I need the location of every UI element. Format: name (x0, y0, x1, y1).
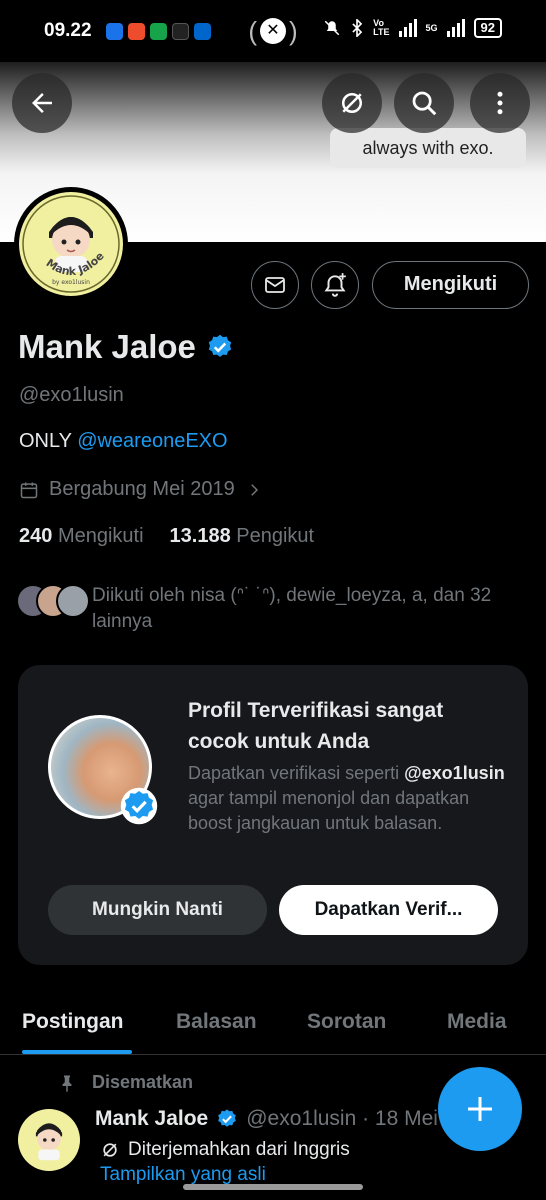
compose-post-button[interactable] (438, 1067, 522, 1151)
bio-mention-link[interactable]: @weareoneEXO (77, 430, 227, 452)
banner-bubble: always with exo. (330, 128, 526, 168)
active-tab-indicator (22, 1050, 132, 1054)
mute-icon (324, 20, 340, 36)
following-stat[interactable]: 240 Mengikuti (19, 525, 144, 548)
verification-promo-card: Profil Terverifikasi sangat cocok untuk … (18, 665, 528, 965)
avatar-image: Mank Jaloe by exo1lusin (19, 192, 123, 296)
notification-app-icons (105, 22, 211, 40)
translate-toggle-button[interactable] (322, 73, 382, 133)
app-notification-icon (127, 22, 145, 40)
joined-date-row[interactable]: Bergabung Mei 2019 (19, 478, 263, 501)
signal-icon (398, 19, 417, 37)
network-5g-label: 5G (425, 22, 438, 33)
back-button[interactable] (12, 73, 72, 133)
signal-icon (446, 19, 465, 37)
status-time: 09.22 (44, 20, 92, 41)
volte-label: Vo LTE (373, 18, 390, 37)
app-notification-icon (193, 22, 211, 40)
status-bar: 09.22 (✕) Vo LTE 5G 92 (0, 0, 546, 62)
verified-badge-icon (218, 1109, 237, 1127)
follow-stats: 240 Mengikuti 13.188 Pengikut (19, 525, 314, 548)
translate-off-icon (342, 93, 362, 113)
plus-icon (468, 1097, 492, 1121)
bell-plus-icon (324, 273, 346, 297)
bluetooth-icon (352, 19, 363, 37)
search-icon (412, 91, 437, 116)
follower-avatar (56, 584, 90, 618)
translate-off-icon (103, 1143, 117, 1157)
tab-posts[interactable]: Postingan (22, 1010, 124, 1034)
followers-stat[interactable]: 13.188 Pengikut (170, 525, 315, 548)
joined-date: Bergabung Mei 2019 (49, 478, 235, 500)
get-verified-button[interactable]: Dapatkan Verif... (279, 885, 498, 935)
translated-text: Diterjemahkan dari Inggris (128, 1139, 350, 1160)
show-original-link[interactable]: Tampilkan yang asli (100, 1164, 266, 1186)
mail-icon (265, 277, 285, 293)
profile-tabs: Postingan Balasan Sorotan Media (0, 1000, 546, 1055)
notify-button[interactable] (311, 261, 359, 309)
maybe-later-button[interactable]: Mungkin Nanti (48, 885, 267, 935)
following-label: Mengikuti (57, 525, 144, 547)
pin-icon (62, 1075, 72, 1092)
followed-by-avatars[interactable] (16, 584, 90, 618)
bio-text: ONLY (19, 430, 78, 452)
post-author-name[interactable]: Mank Jaloe (95, 1107, 208, 1131)
profile-avatar[interactable]: Mank Jaloe by exo1lusin (14, 187, 128, 301)
app-notification-icon (149, 22, 167, 40)
calendar-icon (20, 482, 38, 498)
profile-handle: @exo1lusin (19, 384, 124, 406)
tab-media[interactable]: Media (447, 1010, 507, 1034)
avatar-logo-subtext: by exo1lusin (52, 279, 90, 286)
search-button[interactable] (394, 73, 454, 133)
promo-desc-part: Dapatkan verifikasi seperti (188, 763, 405, 783)
promo-desc-handle: @exo1lusin (404, 763, 505, 783)
pinned-label-row: Disematkan (58, 1072, 193, 1093)
promo-title: Profil Terverifikasi sangat cocok untuk … (188, 699, 444, 753)
message-button[interactable] (251, 261, 299, 309)
app-notification-icon (105, 22, 123, 40)
home-indicator[interactable] (183, 1184, 363, 1190)
tab-replies[interactable]: Balasan (176, 1010, 257, 1034)
verified-badge-icon (208, 334, 232, 357)
followers-label: Pengikut (236, 525, 315, 547)
chevron-right-icon (250, 483, 258, 496)
verified-badge-icon (120, 787, 158, 825)
post-meta: @exo1lusin · 18 Mei (246, 1107, 438, 1130)
exo-logo-icon: (✕) (248, 15, 298, 46)
profile-bio: ONLY @weareoneEXO (19, 430, 228, 453)
battery-indicator: 92 (473, 18, 502, 38)
followed-by-text[interactable]: Diikuti oleh nisa (ᐢ˙ ˙ᐢ), dewie_loeyza,… (92, 583, 532, 635)
profile-name: Mank Jaloe (18, 328, 196, 365)
app-notification-icon (171, 22, 189, 40)
back-arrow-icon (32, 93, 52, 113)
more-options-button[interactable] (470, 73, 530, 133)
following-button[interactable]: Mengikuti (372, 261, 529, 309)
tab-highlights[interactable]: Sorotan (307, 1010, 386, 1034)
followers-count: 13.188 (169, 525, 231, 547)
status-indicators: Vo LTE 5G 92 (323, 18, 502, 38)
promo-desc-part: agar tampil menonjol dan dapatkan boost … (188, 788, 470, 833)
post-author-avatar[interactable] (18, 1109, 80, 1171)
more-vertical-icon (497, 91, 503, 115)
pinned-label: Disematkan (92, 1072, 194, 1092)
profile-name-row: Mank Jaloe (18, 328, 234, 366)
translated-notice: Diterjemahkan dari Inggris (100, 1139, 350, 1161)
following-count: 240 (19, 525, 53, 547)
promo-description: Dapatkan verifikasi seperti @exo1lusin a… (188, 761, 508, 836)
